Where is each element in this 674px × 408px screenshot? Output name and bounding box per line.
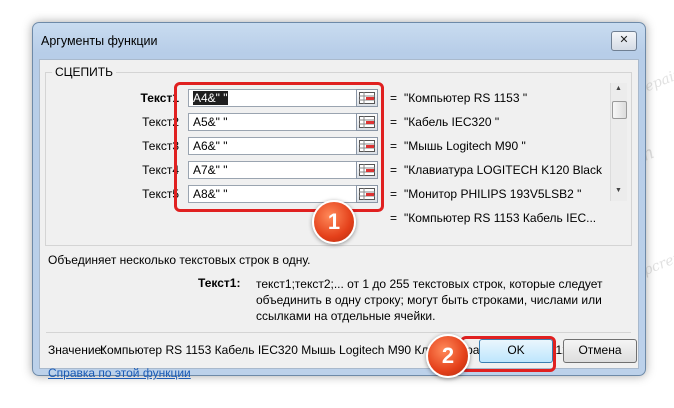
scroll-down-arrow-icon[interactable]: ▼ xyxy=(615,187,622,194)
arg-result-text2: "Кабель IEC320 " xyxy=(404,115,500,129)
arg-help-text: текст1;текст2;... от 1 до 255 текстовых … xyxy=(256,277,603,323)
arg-result-text5: "Монитор PHILIPS 193V5LSB2 " xyxy=(404,187,582,201)
equals-sign: = xyxy=(390,187,398,201)
total-result: "Компьютер RS 1153 Кабель IEC... xyxy=(404,211,597,225)
arg-label-text5: Текст5 xyxy=(142,187,179,201)
equals-sign: = xyxy=(390,139,398,153)
highlight-ok-box xyxy=(460,336,556,372)
equals-sign: = xyxy=(390,163,398,177)
scroll-up-arrow-icon[interactable]: ▲ xyxy=(615,85,622,92)
cancel-button[interactable]: Отмена xyxy=(563,339,637,363)
step-badge-1: 1 xyxy=(312,200,356,244)
highlight-arguments-box xyxy=(174,82,384,212)
arg-result-text3: "Мышь Logitech M90 " xyxy=(404,139,526,153)
arg-label-text1: Текст1 xyxy=(140,91,179,105)
function-description: Объединяет несколько текстовых строк в о… xyxy=(48,253,311,267)
arg-label-text4: Текст4 xyxy=(142,163,179,177)
arguments-scrollbar[interactable]: ▲ ▼ xyxy=(610,83,627,201)
equals-sign: = xyxy=(390,115,398,129)
value-label: Значение: xyxy=(48,343,105,357)
arg-help-label: Текст1: xyxy=(198,276,241,290)
divider xyxy=(46,332,631,333)
dialog-title: Аргументы функции xyxy=(41,34,158,48)
close-button[interactable]: ✕ xyxy=(611,31,637,51)
arg-label-text3: Текст3 xyxy=(142,139,179,153)
function-name: СЦЕПИТЬ xyxy=(52,65,117,79)
scroll-thumb[interactable] xyxy=(612,101,627,119)
function-help-link[interactable]: Справка по этой функции xyxy=(48,366,191,380)
arg-label-text2: Текст2 xyxy=(142,115,179,129)
equals-sign: = xyxy=(390,211,398,225)
step-badge-2: 2 xyxy=(426,334,470,378)
arg-result-text4: "Клавиатура LOGITECH K120 Black ..." xyxy=(404,163,604,177)
arg-result-text1: "Компьютер RS 1153 " xyxy=(404,91,528,105)
equals-sign: = xyxy=(390,91,398,105)
